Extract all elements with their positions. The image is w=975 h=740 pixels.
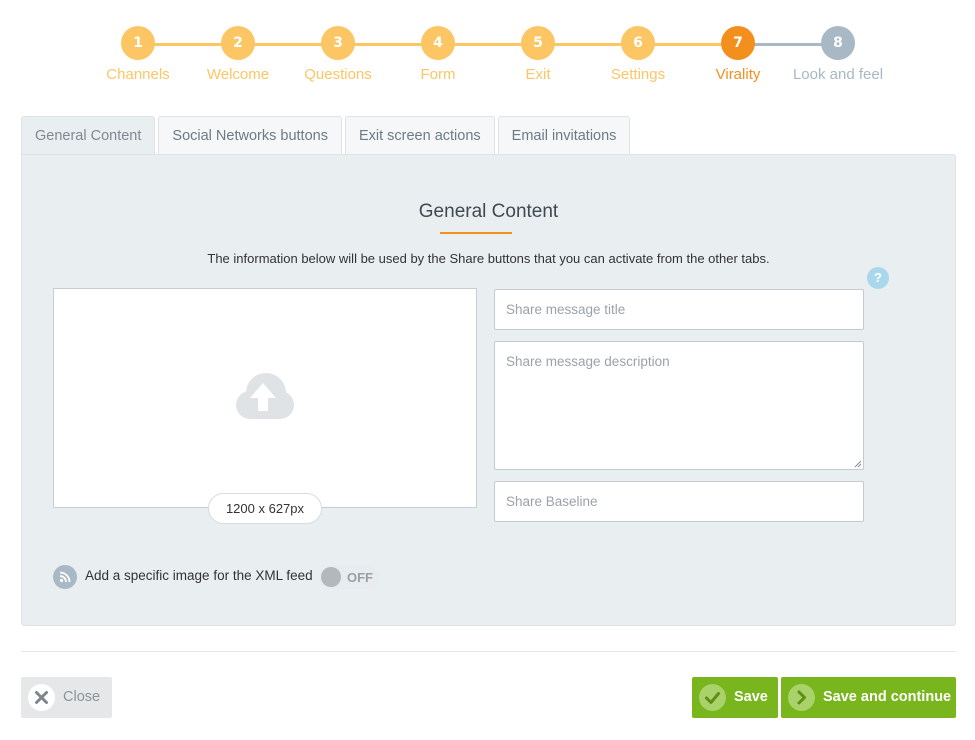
xml-feed-label: Add a specific image for the XML feed (85, 568, 313, 583)
step-number: 7 (721, 26, 755, 60)
chevron-right-icon (788, 684, 815, 711)
save-and-continue-label: Save and continue (823, 689, 952, 705)
step-number: 2 (221, 26, 255, 60)
tab-exit-screen-actions[interactable]: Exit screen actions (344, 116, 495, 155)
step-number: 8 (821, 26, 855, 60)
rss-icon (53, 565, 77, 589)
close-icon (28, 684, 55, 711)
image-upload-dropzone[interactable] (53, 288, 477, 508)
cloud-upload-icon (236, 373, 294, 419)
save-button[interactable]: Save (692, 677, 778, 718)
save-and-continue-button[interactable]: Save and continue (781, 677, 956, 718)
step-number: 6 (621, 26, 655, 60)
step-number: 1 (121, 26, 155, 60)
image-size-hint: 1200 x 627px (208, 493, 322, 524)
help-icon[interactable]: ? (867, 267, 889, 289)
progress-stepper: 1 Channels 2 Welcome 3 Questions 4 Form … (0, 26, 975, 96)
tab-bar: General Content Social Networks buttons … (21, 116, 633, 156)
save-button-label: Save (734, 689, 768, 705)
tab-social-networks-buttons[interactable]: Social Networks buttons (158, 116, 342, 155)
step-look-and-feel[interactable]: 8 Look and feel (778, 26, 898, 83)
share-title-input[interactable] (494, 289, 864, 330)
step-number: 4 (421, 26, 455, 60)
section-description: The information below will be used by th… (207, 251, 770, 266)
share-baseline-input[interactable] (494, 481, 864, 522)
share-description-textarea[interactable] (494, 341, 864, 470)
title-underline (440, 232, 512, 234)
general-content-panel: General Content The information below wi… (21, 154, 956, 626)
tab-general-content[interactable]: General Content (21, 116, 156, 156)
footer-divider (21, 651, 956, 652)
step-number: 5 (521, 26, 555, 60)
check-icon (699, 684, 726, 711)
xml-feed-toggle[interactable]: OFF (319, 565, 379, 589)
close-button[interactable]: Close (21, 677, 112, 718)
close-button-label: Close (63, 689, 101, 705)
toggle-knob (321, 567, 341, 587)
toggle-state: OFF (347, 570, 373, 585)
step-label: Look and feel (792, 66, 884, 83)
step-number: 3 (321, 26, 355, 60)
tab-email-invitations[interactable]: Email invitations (497, 116, 631, 155)
section-title: General Content (418, 201, 559, 222)
resize-grip-icon[interactable] (854, 460, 862, 468)
